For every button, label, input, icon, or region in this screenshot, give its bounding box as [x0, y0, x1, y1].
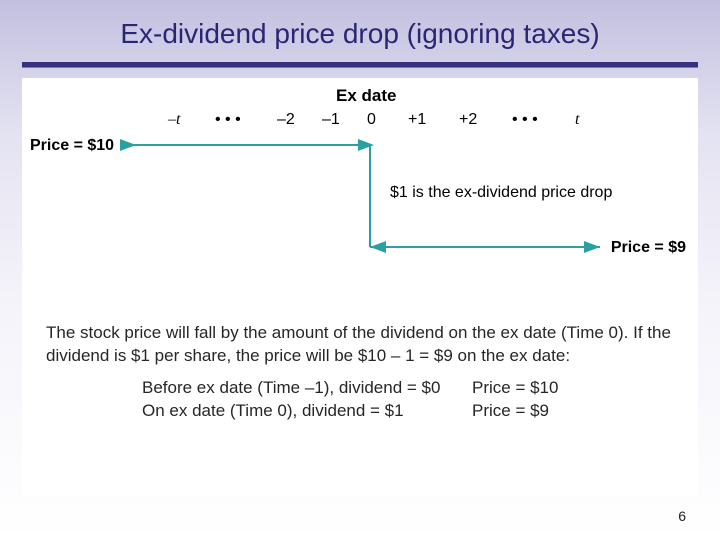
page-title: Ex-dividend price drop (ignoring taxes) — [0, 18, 720, 50]
explanation-row: Before ex date (Time –1), dividend = $0 … — [142, 376, 674, 399]
row-lhs: On ex date (Time 0), dividend = $1 — [142, 399, 472, 422]
explanation-block: The stock price will fall by the amount … — [46, 321, 674, 423]
slide: Ex-dividend price drop (ignoring taxes) … — [0, 0, 720, 540]
row-lhs: Before ex date (Time –1), dividend = $0 — [142, 376, 472, 399]
explanation-text: The stock price will fall by the amount … — [46, 321, 674, 368]
explanation-row: On ex date (Time 0), dividend = $1 Price… — [142, 399, 674, 422]
row-rhs: Price = $10 — [472, 376, 558, 399]
diagram-svg — [22, 78, 698, 303]
explanation-rows: Before ex date (Time –1), dividend = $0 … — [142, 376, 674, 423]
content-area: Ex date –t • • • –2 –1 0 +1 +2 • • • t P… — [22, 78, 698, 496]
price-drop-diagram: Ex date –t • • • –2 –1 0 +1 +2 • • • t P… — [22, 78, 698, 303]
title-underline — [22, 62, 698, 68]
row-rhs: Price = $9 — [472, 399, 549, 422]
page-number: 6 — [678, 508, 686, 524]
